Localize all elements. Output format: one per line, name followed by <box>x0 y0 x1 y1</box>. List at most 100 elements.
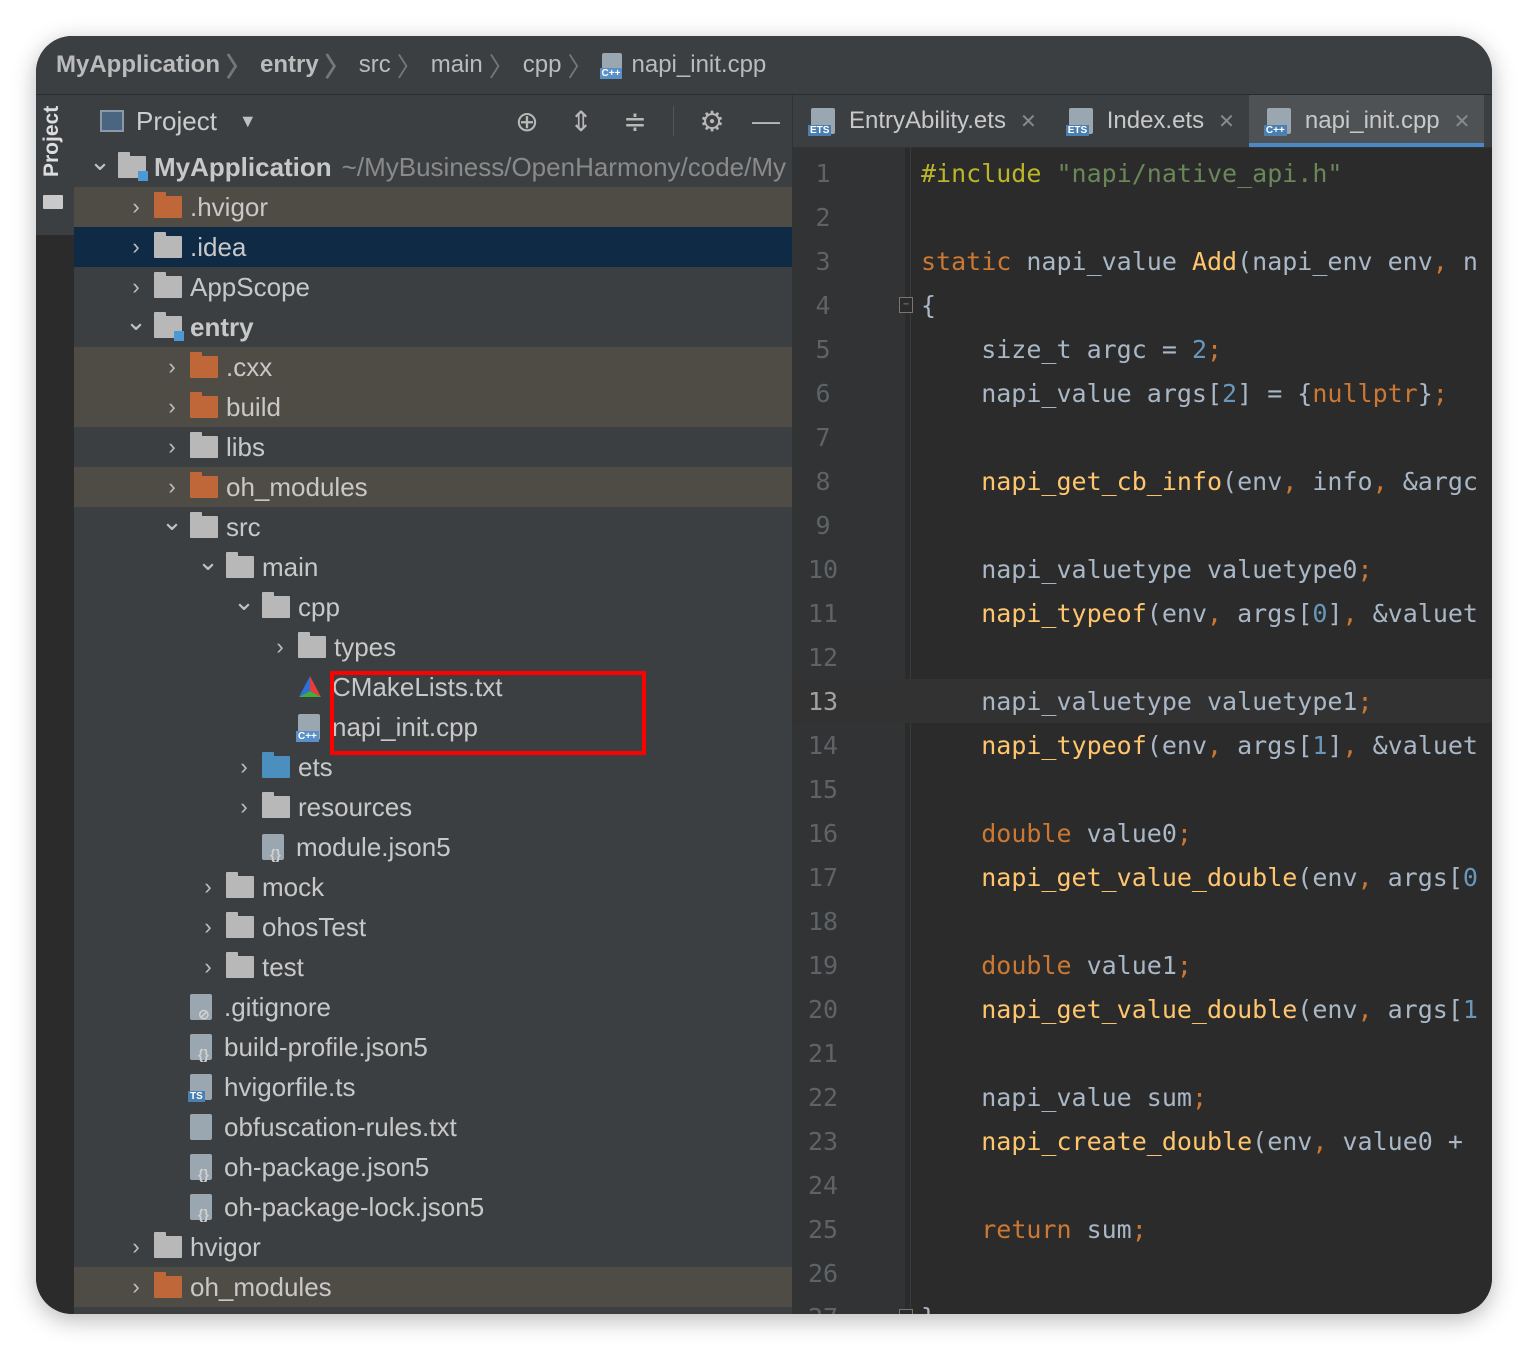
line-number: 14 <box>807 730 839 760</box>
tree-row[interactable]: ⌄ cpp <box>74 587 792 627</box>
tree-row[interactable]: ›CMakeLists.txt <box>74 667 792 707</box>
tree-row[interactable]: › .cxx <box>74 347 792 387</box>
tree-row[interactable]: ⌄ main <box>74 547 792 587</box>
fold-marker-icon[interactable]: − <box>899 1309 913 1314</box>
tree-item-label: module.json5 <box>296 831 451 862</box>
tree-row[interactable]: ›{}oh-package.json5 <box>74 1147 792 1187</box>
chevron-right-icon[interactable]: › <box>154 474 190 500</box>
folder-icon <box>262 792 290 818</box>
code-line: 12 <box>793 635 1492 679</box>
tree-row[interactable]: ›{}build-profile.json5 <box>74 1027 792 1067</box>
chevron-down-icon[interactable]: ⌄ <box>82 147 118 177</box>
project-tree: ⌄ MyApplication ~/MyBusiness/OpenHarmony/c… <box>74 147 792 1307</box>
chevron-right-icon[interactable]: › <box>118 1274 154 1300</box>
chevron-right-icon[interactable]: › <box>262 634 298 660</box>
breadcrumb-item[interactable]: cpp 〉 <box>523 47 602 84</box>
tree-row[interactable]: ›obfuscation-rules.txt <box>74 1107 792 1147</box>
expand-all-icon[interactable]: ⇕ <box>565 105 597 138</box>
tree-row[interactable]: › AppScope <box>74 267 792 307</box>
chevron-down-icon[interactable]: ▼ <box>239 111 257 132</box>
chevron-right-icon[interactable]: › <box>118 1234 154 1260</box>
breadcrumb-label: main <box>430 51 483 78</box>
locate-icon[interactable]: ⊕ <box>511 105 543 138</box>
chevron-down-icon[interactable]: ⌄ <box>118 307 154 337</box>
tree-row[interactable]: ›TShvigorfile.ts <box>74 1067 792 1107</box>
tree-row[interactable]: › resources <box>74 787 792 827</box>
chevron-right-icon[interactable]: › <box>154 434 190 460</box>
tree-row[interactable]: › oh_modules <box>74 467 792 507</box>
chevron-right-icon[interactable]: › <box>190 954 226 980</box>
chevron-right-icon[interactable]: › <box>118 194 154 220</box>
tree-row[interactable]: ⌄ src <box>74 507 792 547</box>
line-number: 22 <box>807 1082 839 1112</box>
tree-row[interactable]: › oh_modules <box>74 1267 792 1307</box>
line-number: 10 <box>807 554 839 584</box>
breadcrumb-label: cpp <box>522 51 562 78</box>
breadcrumb-item[interactable]: C++ napi_init.cpp <box>599 51 766 79</box>
editor-tab[interactable]: C++ napi_init.cpp ✕ <box>1248 95 1485 147</box>
collapse-all-icon[interactable]: ≑ <box>619 105 651 138</box>
breadcrumb-item[interactable]: main 〉 <box>431 47 523 84</box>
project-tool-window-button[interactable]: Project <box>40 106 64 177</box>
fold-marker-icon[interactable]: − <box>899 297 913 313</box>
project-view-title[interactable]: Project <box>136 106 217 137</box>
tree-row[interactable]: › test <box>74 947 792 987</box>
line-number: 1 <box>815 158 831 188</box>
chevron-right-icon[interactable]: › <box>154 354 190 380</box>
chevron-right-icon[interactable]: › <box>226 794 262 820</box>
tree-row[interactable]: ›{}oh-package-lock.json5 <box>74 1187 792 1227</box>
code-line: 5 size_t argc = 2; <box>793 327 1492 371</box>
tree-row[interactable]: › types <box>74 627 792 667</box>
chevron-right-icon[interactable]: › <box>190 914 226 940</box>
breadcrumb-item[interactable]: entry 〉 <box>260 47 359 84</box>
code-text: static napi_value Add(napi_env env, n <box>921 246 1478 276</box>
code-line: 21 <box>793 1031 1492 1075</box>
ets-file-icon: ETS <box>1065 108 1093 136</box>
chevron-down-icon[interactable]: ⌄ <box>190 547 226 577</box>
source-folder-icon <box>262 752 290 778</box>
minimize-icon[interactable]: — <box>750 105 782 137</box>
tree-row[interactable]: › .idea <box>74 227 792 267</box>
tree-row[interactable]: › hvigor <box>74 1227 792 1267</box>
tree-item-label: main <box>262 551 319 582</box>
code-text: napi_get_cb_info(env, info, &argc <box>981 466 1478 496</box>
tree-row[interactable]: ›⊘.gitignore <box>74 987 792 1027</box>
code-area[interactable]: 1 #include "napi/native_api.h" 2 3 static na… <box>793 151 1492 1314</box>
chevron-right-icon[interactable]: › <box>226 754 262 780</box>
tree-item-label: build-profile.json5 <box>224 1031 428 1062</box>
editor-tab[interactable]: ETS EntryAbility.ets ✕ <box>793 95 1051 147</box>
tree-row[interactable]: ⌄ MyApplication ~/MyBusiness/OpenHarmony/c… <box>74 147 792 187</box>
line-number: 15 <box>807 774 839 804</box>
close-icon[interactable]: ✕ <box>1020 109 1037 134</box>
tree-row[interactable]: › ets <box>74 747 792 787</box>
tree-row[interactable]: ›C++napi_init.cpp <box>74 707 792 747</box>
tree-row[interactable]: › ohosTest <box>74 907 792 947</box>
breadcrumb-item[interactable]: MyApplication 〉 <box>56 47 260 84</box>
chevron-right-icon[interactable]: › <box>190 874 226 900</box>
code-line: 15 <box>793 767 1492 811</box>
line-number: 8 <box>815 466 831 496</box>
tree-row[interactable]: › build <box>74 387 792 427</box>
tree-row[interactable]: › libs <box>74 427 792 467</box>
breadcrumb-item[interactable]: src 〉 <box>359 47 431 84</box>
tree-row[interactable]: ⌄ entry <box>74 307 792 347</box>
chevron-right-icon[interactable]: › <box>118 234 154 260</box>
close-icon[interactable]: ✕ <box>1218 109 1235 134</box>
chevron-right-icon[interactable]: › <box>118 274 154 300</box>
side-tool-strip: Project <box>36 95 75 235</box>
editor-tab[interactable]: ETS Index.ets ✕ <box>1051 95 1249 147</box>
line-number: 9 <box>815 510 831 540</box>
chevron-down-icon[interactable]: ⌄ <box>154 507 190 537</box>
tree-row[interactable]: › mock <box>74 867 792 907</box>
tree-row[interactable]: › .hvigor <box>74 187 792 227</box>
tree-item-label: test <box>262 951 304 982</box>
code-line: 7 <box>793 415 1492 459</box>
tree-row[interactable]: ›{}module.json5 <box>74 827 792 867</box>
close-icon[interactable]: ✕ <box>1454 109 1471 134</box>
tree-item-label: src <box>226 511 261 542</box>
chevron-right-icon[interactable]: › <box>154 394 190 420</box>
gear-icon[interactable]: ⚙ <box>696 105 728 138</box>
breadcrumb-separator-icon: 〉 <box>226 51 253 82</box>
module-folder-icon <box>118 152 148 181</box>
chevron-down-icon[interactable]: ⌄ <box>226 587 262 617</box>
